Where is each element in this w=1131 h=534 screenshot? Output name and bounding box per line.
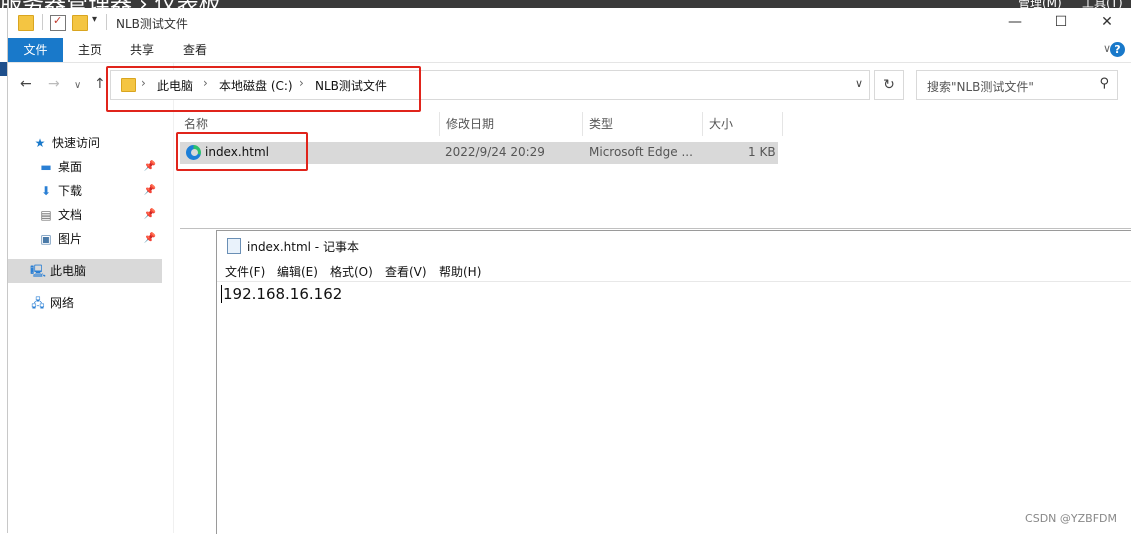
notepad-window: index.html - 记事本 文件(F) 编辑(E) 格式(O) 查看(V)… — [216, 230, 1131, 534]
sidebar-item-desktop[interactable]: ▬ 桌面 📌 — [38, 155, 162, 179]
background-manage-menu[interactable]: 管理(M) — [1018, 0, 1062, 8]
sidebar-item-quick-access[interactable]: ★ 快速访问 — [32, 131, 186, 155]
picture-icon: ▣ — [40, 232, 52, 246]
properties-icon[interactable] — [50, 14, 66, 31]
chevron-down-icon[interactable]: ▾ — [92, 14, 97, 25]
background-accent-mark — [0, 62, 7, 76]
menu-format[interactable]: 格式(O) — [330, 263, 373, 280]
background-window-edge — [0, 8, 8, 533]
search-icon[interactable]: ⚲ — [1099, 76, 1109, 91]
back-arrow-icon[interactable]: ← — [20, 76, 32, 92]
sidebar-item-label: 文档 — [58, 208, 83, 222]
background-tools-menu[interactable]: 工具(T) — [1082, 0, 1123, 8]
refresh-icon[interactable]: ↻ — [874, 70, 904, 100]
sidebar-item-downloads[interactable]: ⬇ 下载 📌 — [38, 179, 162, 203]
document-icon: ▤ — [40, 208, 52, 222]
ribbon-tabs: 文件 主页 共享 查看 ∨ ? — [8, 38, 1131, 63]
sidebar-item-pictures[interactable]: ▣ 图片 📌 — [38, 227, 162, 251]
pin-icon[interactable]: 📌 — [144, 203, 156, 227]
file-highlight-box — [176, 132, 308, 171]
address-highlight-box — [106, 66, 421, 112]
chevron-down-icon[interactable]: ∨ — [855, 77, 863, 90]
window-title: NLB测试文件 — [116, 17, 188, 31]
maximize-icon[interactable]: ☐ — [1041, 10, 1081, 34]
file-modified: 2022/9/24 20:29 — [445, 145, 545, 159]
menu-help[interactable]: 帮助(H) — [439, 263, 481, 280]
watermark: CSDN @YZBFDM — [1025, 512, 1117, 525]
column-header-modified[interactable]: 修改日期 — [440, 112, 583, 136]
search-input[interactable]: 搜索"NLB测试文件" ⚲ — [916, 70, 1118, 100]
sidebar-item-label: 网络 — [50, 296, 75, 310]
search-placeholder: 搜索"NLB测试文件" — [927, 80, 1034, 94]
tab-share[interactable]: 共享 — [118, 38, 166, 62]
sidebar-item-label: 此电脑 — [50, 264, 87, 278]
sidebar-item-label: 快速访问 — [52, 136, 101, 150]
recent-locations-icon[interactable]: ∨ — [74, 80, 81, 91]
sidebar-item-label: 桌面 — [58, 160, 83, 174]
minimize-icon[interactable]: — — [995, 10, 1035, 34]
tab-home[interactable]: 主页 — [66, 38, 114, 62]
up-arrow-icon[interactable]: ↑ — [94, 76, 106, 92]
explorer-titlebar: ▾ NLB测试文件 — ☐ ✕ — [8, 8, 1131, 38]
explorer-content-divider — [180, 228, 1131, 229]
notepad-titlebar: index.html - 记事本 — [217, 231, 1131, 259]
new-folder-icon[interactable] — [72, 15, 88, 31]
star-icon: ★ — [34, 136, 46, 150]
pin-icon[interactable]: 📌 — [144, 155, 156, 179]
file-type: Microsoft Edge ... — [589, 145, 693, 159]
toolbar-separator — [106, 14, 107, 30]
column-header-size[interactable]: 大小 — [703, 112, 783, 136]
tab-file[interactable]: 文件 — [8, 38, 63, 62]
tab-view[interactable]: 查看 — [170, 38, 220, 62]
notepad-menu-bar: 文件(F) 编辑(E) 格式(O) 查看(V) 帮助(H) — [217, 261, 1131, 282]
navigation-pane: ★ 快速访问 ▬ 桌面 📌 ⬇ 下载 📌 ▤ 文档 📌 ▣ 图片 📌 🖳 此电脑 🖧 网络 — [8, 116, 168, 533]
notepad-icon — [227, 238, 241, 254]
sidebar-item-label: 下载 — [58, 184, 83, 198]
notepad-title: index.html - 记事本 — [247, 240, 359, 254]
sidebar-item-network[interactable]: 🖧 网络 — [30, 291, 184, 315]
sidebar-item-this-pc[interactable]: 🖳 此电脑 — [8, 259, 162, 283]
pin-icon[interactable]: 📌 — [144, 179, 156, 203]
pin-icon[interactable]: 📌 — [144, 227, 156, 251]
help-icon[interactable]: ? — [1110, 42, 1125, 57]
forward-arrow-icon[interactable]: → — [48, 76, 60, 92]
column-header-type[interactable]: 类型 — [583, 112, 703, 136]
background-window-strip: 服务器管理器 › 仪表板 管理(M) 工具(T) — [0, 0, 1131, 8]
sidebar-item-label: 图片 — [58, 232, 83, 246]
file-size: 1 KB — [748, 145, 776, 159]
menu-edit[interactable]: 编辑(E) — [277, 263, 318, 280]
download-icon: ⬇ — [40, 184, 52, 198]
network-icon: 🖧 — [31, 296, 45, 310]
menu-view[interactable]: 查看(V) — [385, 263, 427, 280]
toolbar-separator — [42, 14, 43, 30]
desktop-icon: ▬ — [40, 160, 52, 174]
close-icon[interactable]: ✕ — [1087, 10, 1127, 34]
computer-icon: 🖳 — [30, 264, 47, 278]
folder-icon — [18, 15, 34, 31]
background-window-title: 服务器管理器 › 仪表板 — [0, 0, 221, 8]
menu-file[interactable]: 文件(F) — [225, 263, 265, 280]
sidebar-item-documents[interactable]: ▤ 文档 📌 — [38, 203, 162, 227]
notepad-text-area[interactable]: 192.168.16.162 — [221, 285, 342, 303]
